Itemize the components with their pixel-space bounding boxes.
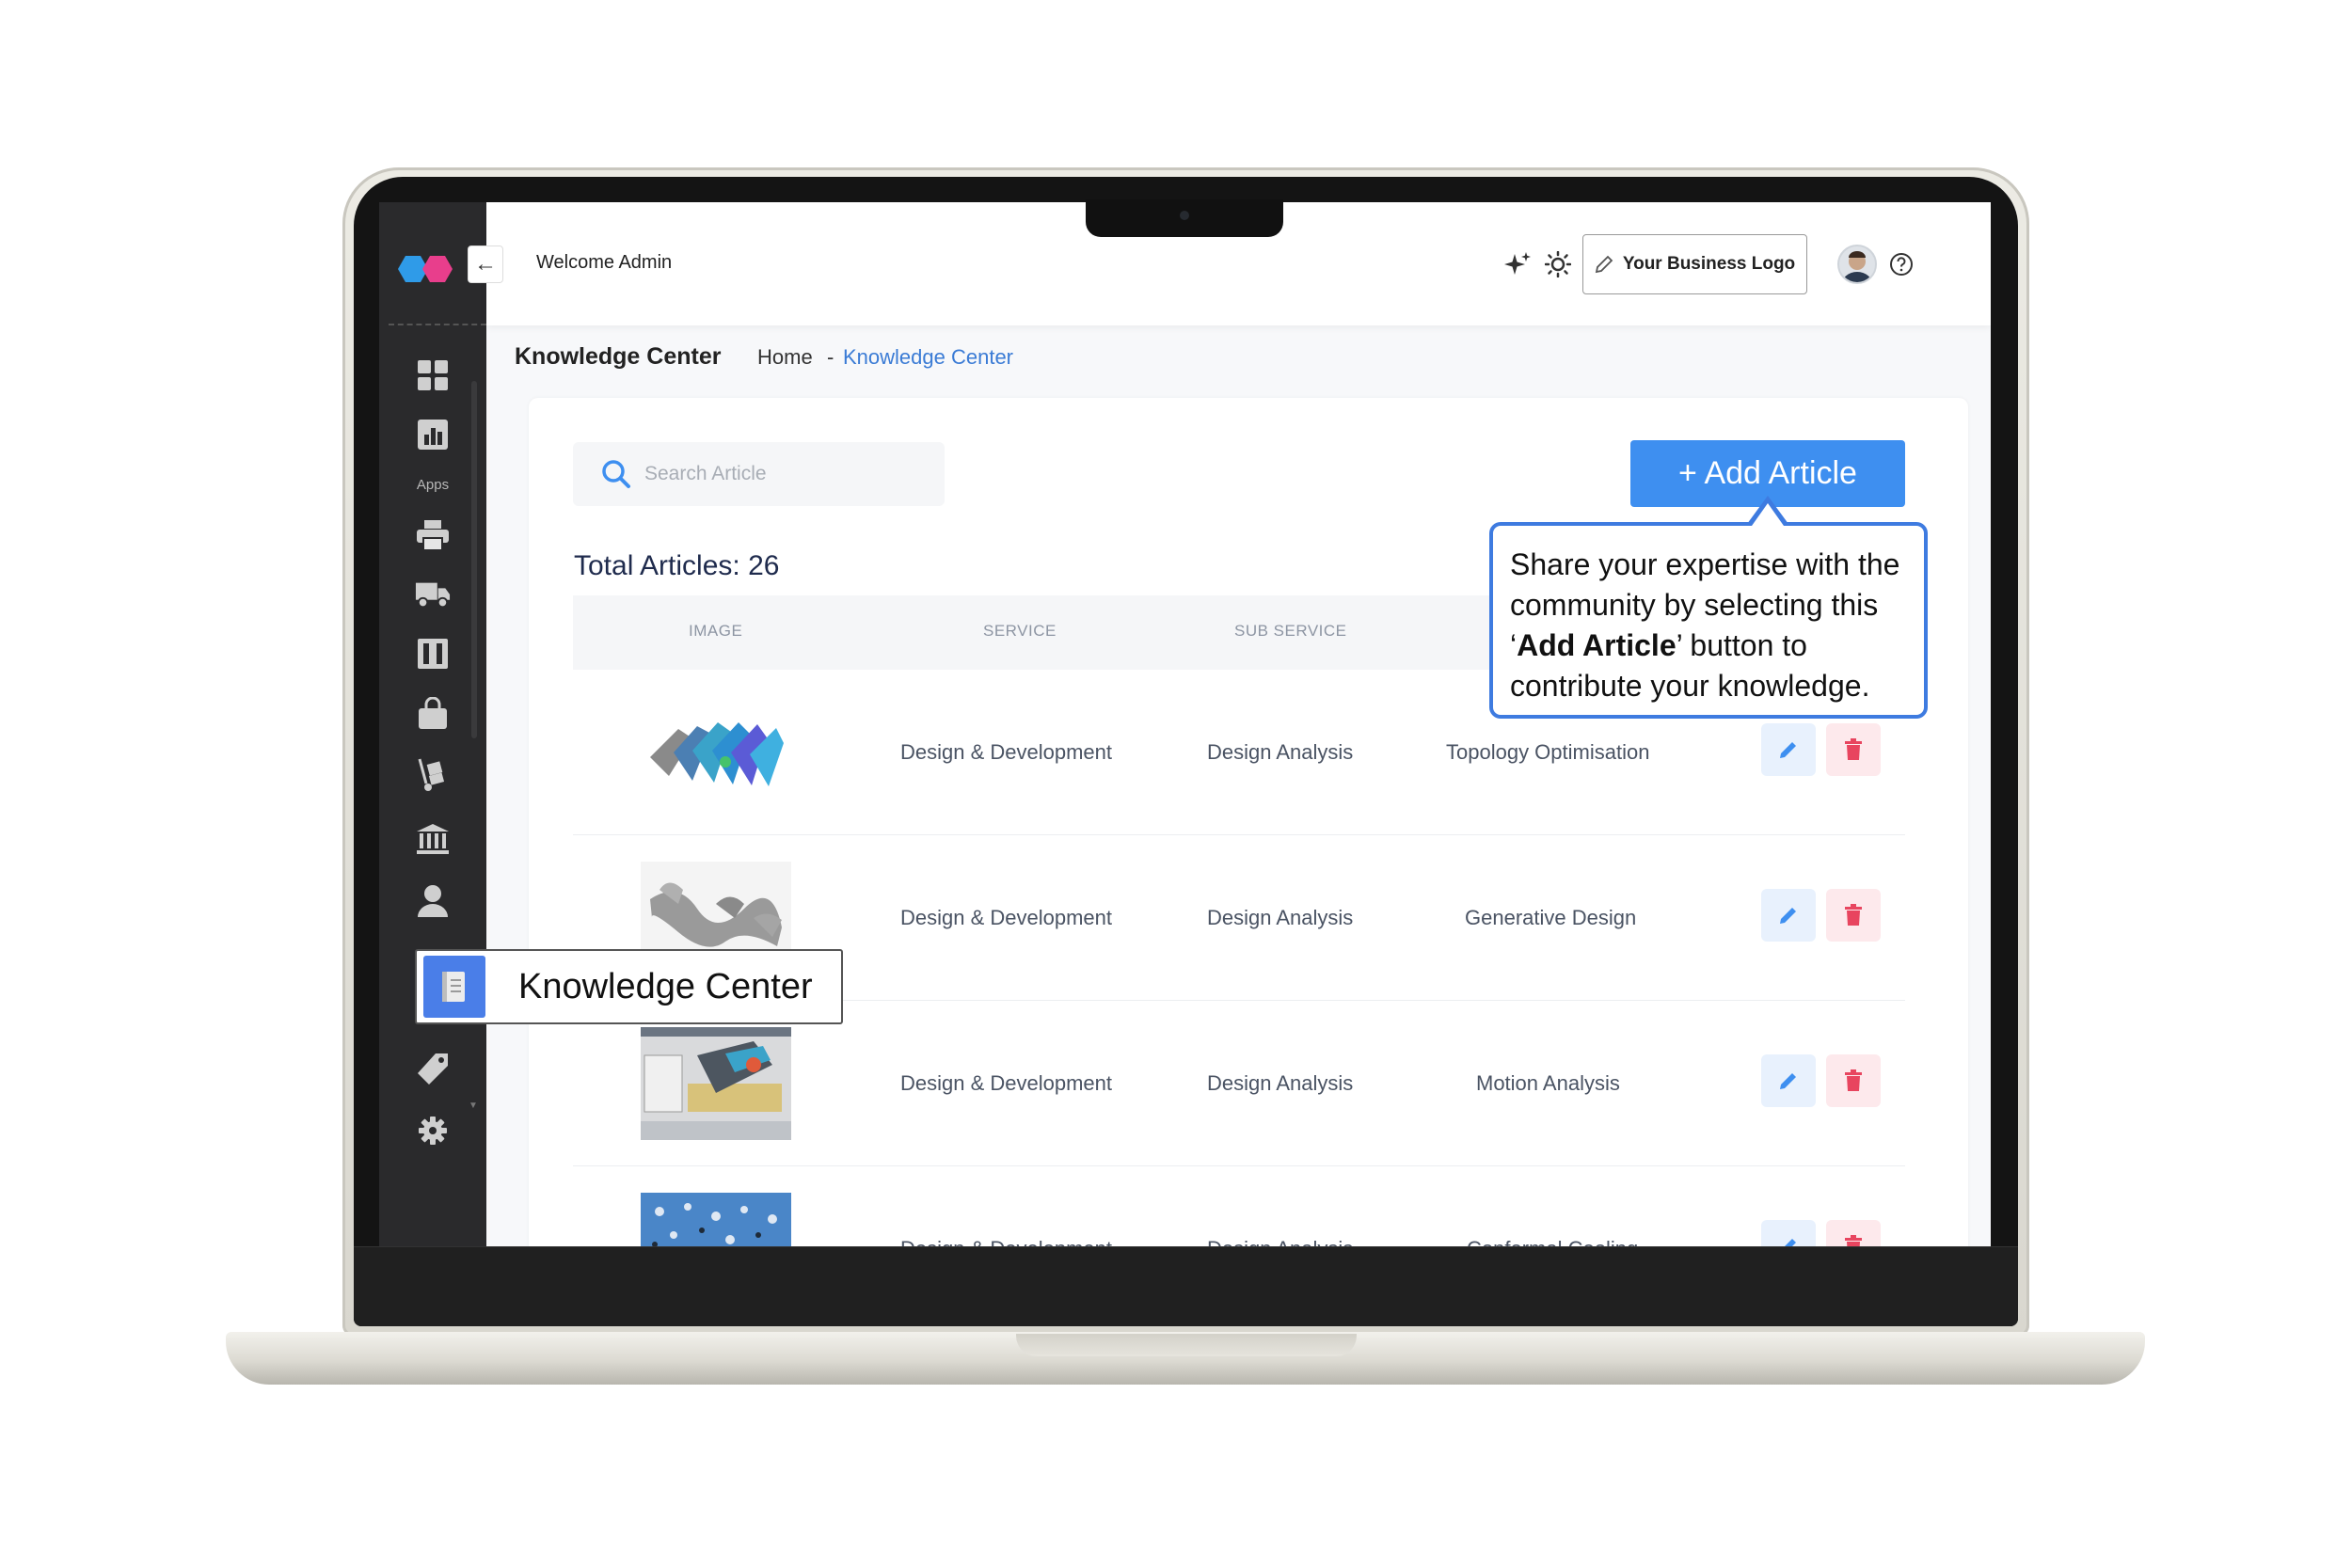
sidebar-collapse-button[interactable]: ← — [468, 245, 503, 283]
gear-icon — [419, 1117, 447, 1145]
breadcrumb-home-link[interactable]: Home — [757, 345, 813, 370]
sidebar-item-finance[interactable] — [415, 821, 451, 857]
user-avatar[interactable] — [1837, 245, 1877, 284]
ai-sparkle-button[interactable] — [1502, 249, 1533, 279]
add-article-tooltip: Share your expertise with the community … — [1489, 522, 1928, 719]
search-box[interactable] — [573, 442, 945, 506]
shopping-bag-icon — [419, 697, 447, 729]
business-logo-button[interactable]: Your Business Logo — [1582, 234, 1807, 294]
service-cell: Design & Development — [900, 740, 1113, 764]
theme-toggle-button[interactable] — [1543, 249, 1573, 279]
sidebar-apps-label: Apps — [416, 477, 450, 493]
columns-icon — [418, 639, 448, 669]
article-title-cell: Conformal Cooling — [1467, 1237, 1638, 1246]
sub-service-cell: Design Analysis — [1207, 740, 1354, 764]
column-header-sub-service: SUB SERVICE — [1234, 622, 1347, 640]
business-logo-label: Your Business Logo — [1622, 254, 1796, 274]
bar-chart-icon — [418, 420, 448, 450]
service-cell: Design & Development — [900, 1071, 1113, 1095]
sidebar-item-dashboard[interactable] — [415, 357, 451, 393]
total-articles-count: Total Articles: 26 — [574, 550, 780, 581]
avatar-icon — [1841, 251, 1873, 282]
tooltip-arrow-inner — [1752, 503, 1784, 526]
camera-notch — [1086, 199, 1283, 237]
pencil-icon — [1780, 1073, 1796, 1089]
edit-button[interactable] — [1761, 1220, 1816, 1246]
bank-icon — [417, 824, 449, 854]
sidebar-divider — [389, 324, 486, 325]
sidebar-item-print[interactable] — [415, 517, 451, 553]
sidebar-scrollbar[interactable] — [471, 381, 477, 738]
sidebar-item-reports[interactable] — [415, 417, 451, 452]
camera-icon — [1180, 211, 1189, 220]
sidebar-item-users[interactable] — [415, 883, 451, 919]
sub-service-cell: Design Analysis — [1207, 906, 1354, 929]
sidebar-item-settings[interactable] — [415, 1113, 451, 1148]
scroll-down-icon[interactable]: ▼ — [469, 1101, 478, 1111]
conformal-cooling-image — [641, 1193, 791, 1246]
dashboard-grid-icon — [418, 360, 448, 390]
sidebar-item-shipping[interactable] — [415, 577, 451, 612]
sidebar-item-inventory[interactable] — [415, 757, 451, 793]
search-icon — [602, 460, 630, 488]
service-cell: Design & Development — [900, 906, 1113, 929]
delete-button[interactable] — [1826, 889, 1881, 942]
tooltip-text-bold: Add Article — [1517, 628, 1677, 662]
motion-analysis-image — [641, 1027, 791, 1140]
hand-truck-icon — [418, 758, 445, 791]
help-button[interactable] — [1886, 249, 1916, 279]
article-title-cell: Topology Optimisation — [1446, 740, 1650, 764]
app-screen: Apps ▼ ← Welcome Admin Your Business Log… — [379, 202, 1991, 1246]
page-title: Knowledge Center — [515, 343, 722, 370]
laptop-chin — [354, 1246, 2018, 1326]
sub-service-cell: Design Analysis — [1207, 1071, 1354, 1095]
table-row: Design & Development Motion Analysis Des… — [573, 1001, 1905, 1166]
user-icon — [418, 885, 448, 917]
brand-logo-icon — [398, 256, 453, 282]
pencil-icon — [1780, 742, 1796, 758]
service-cell: Design & Development — [900, 1237, 1112, 1246]
truck-icon — [415, 582, 451, 609]
welcome-text: Welcome Admin — [536, 252, 673, 273]
tag-icon — [418, 1053, 448, 1085]
printer-icon — [417, 520, 449, 551]
pencil-icon — [1595, 255, 1613, 274]
sidebar-item-tags[interactable] — [415, 1052, 451, 1087]
column-header-image: IMAGE — [689, 622, 743, 640]
sidebar-item-knowledge-center[interactable]: Knowledge Center — [415, 949, 843, 1024]
column-header-service: SERVICE — [983, 622, 1057, 640]
knowledge-center-label: Knowledge Center — [518, 966, 813, 1006]
pencil-icon — [1780, 908, 1796, 924]
delete-button[interactable] — [1826, 723, 1881, 776]
book-icon — [442, 972, 465, 1002]
edit-button[interactable] — [1761, 889, 1816, 942]
topology-optimisation-image — [650, 722, 784, 786]
knowledge-center-icon-box — [423, 956, 485, 1018]
help-circle-icon — [1890, 253, 1913, 276]
article-title-cell: Motion Analysis — [1476, 1071, 1620, 1095]
trash-icon — [1845, 1235, 1862, 1246]
sidebar-item-shop[interactable] — [415, 696, 451, 732]
breadcrumb-separator: - — [827, 345, 834, 369]
sidebar: Apps ▼ — [379, 202, 486, 1246]
laptop-base-notch — [1016, 1334, 1357, 1356]
search-input[interactable] — [644, 463, 927, 485]
breadcrumb-current: Knowledge Center — [843, 345, 1014, 369]
edit-button[interactable] — [1761, 723, 1816, 776]
article-title-cell: Generative Design — [1465, 906, 1637, 929]
trash-icon — [1845, 904, 1862, 926]
trash-icon — [1845, 738, 1862, 760]
arrow-left-icon: ← — [474, 251, 497, 277]
sidebar-item-boards[interactable] — [415, 636, 451, 672]
delete-button[interactable] — [1826, 1054, 1881, 1107]
sparkle-icon — [1504, 252, 1531, 275]
table-row: Design & Development Design Analysis Con… — [573, 1166, 1905, 1246]
sun-icon — [1545, 251, 1571, 277]
edit-button[interactable] — [1761, 1054, 1816, 1107]
sub-service-cell: Design Analysis — [1207, 1237, 1353, 1246]
pencil-icon — [1785, 1239, 1796, 1246]
delete-button[interactable] — [1826, 1220, 1881, 1246]
trash-icon — [1845, 1069, 1862, 1091]
laptop-mockup: Apps ▼ ← Welcome Admin Your Business Log… — [0, 0, 2352, 1568]
